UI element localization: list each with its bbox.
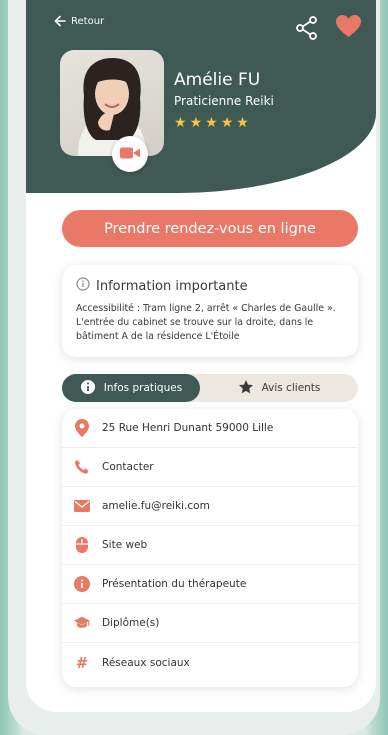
- arrow-left-icon: [54, 12, 66, 31]
- star-icon: ★: [205, 115, 218, 131]
- list-item-website[interactable]: Site web: [62, 526, 358, 565]
- list-item-label: Présentation du thérapeute: [102, 578, 247, 590]
- list-item-diplomas[interactable]: Diplôme(s): [62, 604, 358, 643]
- share-icon: [296, 16, 318, 44]
- list-item-label: Diplôme(s): [102, 617, 160, 629]
- mouse-icon: [74, 537, 90, 553]
- list-item-label: amelie.fu@reiki.com: [102, 500, 210, 512]
- important-info-card: Information importante Accessibilité : T…: [62, 265, 358, 357]
- tab-label: Infos pratiques: [103, 382, 183, 394]
- info-card-text: Accessibilité : Tram ligne 2, arrêt « Ch…: [76, 303, 336, 342]
- envelope-icon: [74, 500, 90, 512]
- info-card-title: Information importante: [96, 278, 248, 294]
- star-icon: [238, 379, 254, 398]
- graduation-cap-icon: [74, 616, 90, 630]
- hashtag-icon: #: [75, 653, 89, 672]
- tab-infos-pratiques[interactable]: Infos pratiques: [62, 374, 200, 402]
- map-pin-icon: [74, 419, 90, 437]
- info-circle-icon: [74, 576, 90, 592]
- rating-stars: ★ ★ ★ ★ ★: [174, 116, 249, 130]
- list-item-email[interactable]: amelie.fu@reiki.com: [62, 487, 358, 526]
- share-button[interactable]: [296, 16, 318, 44]
- info-icon: [80, 379, 96, 398]
- star-icon: ★: [236, 115, 249, 131]
- phone-icon: [74, 459, 90, 475]
- profile-tabs: Infos pratiques Avis clients: [62, 374, 358, 402]
- tab-label: Avis clients: [261, 382, 321, 394]
- video-consultation-button[interactable]: [112, 136, 148, 172]
- app-screen: Retour Amélie FU Praticienne Reiki ★ ★ ★…: [26, 0, 376, 712]
- practical-info-list: 25 Rue Henri Dunant 59000 Lille Contacte…: [62, 409, 358, 687]
- therapist-name: Amélie FU: [174, 70, 261, 90]
- back-label: Retour: [71, 16, 105, 27]
- list-item-label: Réseaux sociaux: [102, 656, 190, 669]
- back-button[interactable]: Retour: [54, 12, 104, 31]
- star-icon: ★: [189, 115, 203, 131]
- phone-frame: Retour Amélie FU Praticienne Reiki ★ ★ ★…: [8, 0, 380, 735]
- list-item-label: Site web: [102, 539, 148, 551]
- star-icon: ★: [220, 115, 234, 131]
- list-item-presentation[interactable]: Présentation du thérapeute: [62, 565, 358, 604]
- favorite-button[interactable]: [335, 14, 362, 42]
- list-item-label: 25 Rue Henri Dunant 59000 Lille: [102, 422, 274, 434]
- heart-icon: [335, 15, 362, 42]
- therapist-role: Praticienne Reiki: [174, 94, 274, 108]
- therapist-photo: [60, 50, 164, 156]
- tab-avis-clients[interactable]: Avis clients: [200, 374, 358, 402]
- list-item-label: Contacter: [102, 461, 154, 473]
- profile-header: Retour Amélie FU Praticienne Reiki ★ ★ ★…: [26, 0, 376, 193]
- star-icon: ★: [174, 115, 187, 131]
- info-card-header: Information importante: [76, 277, 344, 295]
- book-appointment-button[interactable]: Prendre rendez-vous en ligne: [62, 210, 358, 247]
- video-camera-icon: [120, 145, 140, 164]
- list-item-social[interactable]: # Réseaux sociaux: [62, 643, 358, 682]
- list-item-address[interactable]: 25 Rue Henri Dunant 59000 Lille: [62, 409, 358, 448]
- list-item-contact[interactable]: Contacter: [62, 448, 358, 487]
- info-outline-icon: [76, 277, 90, 295]
